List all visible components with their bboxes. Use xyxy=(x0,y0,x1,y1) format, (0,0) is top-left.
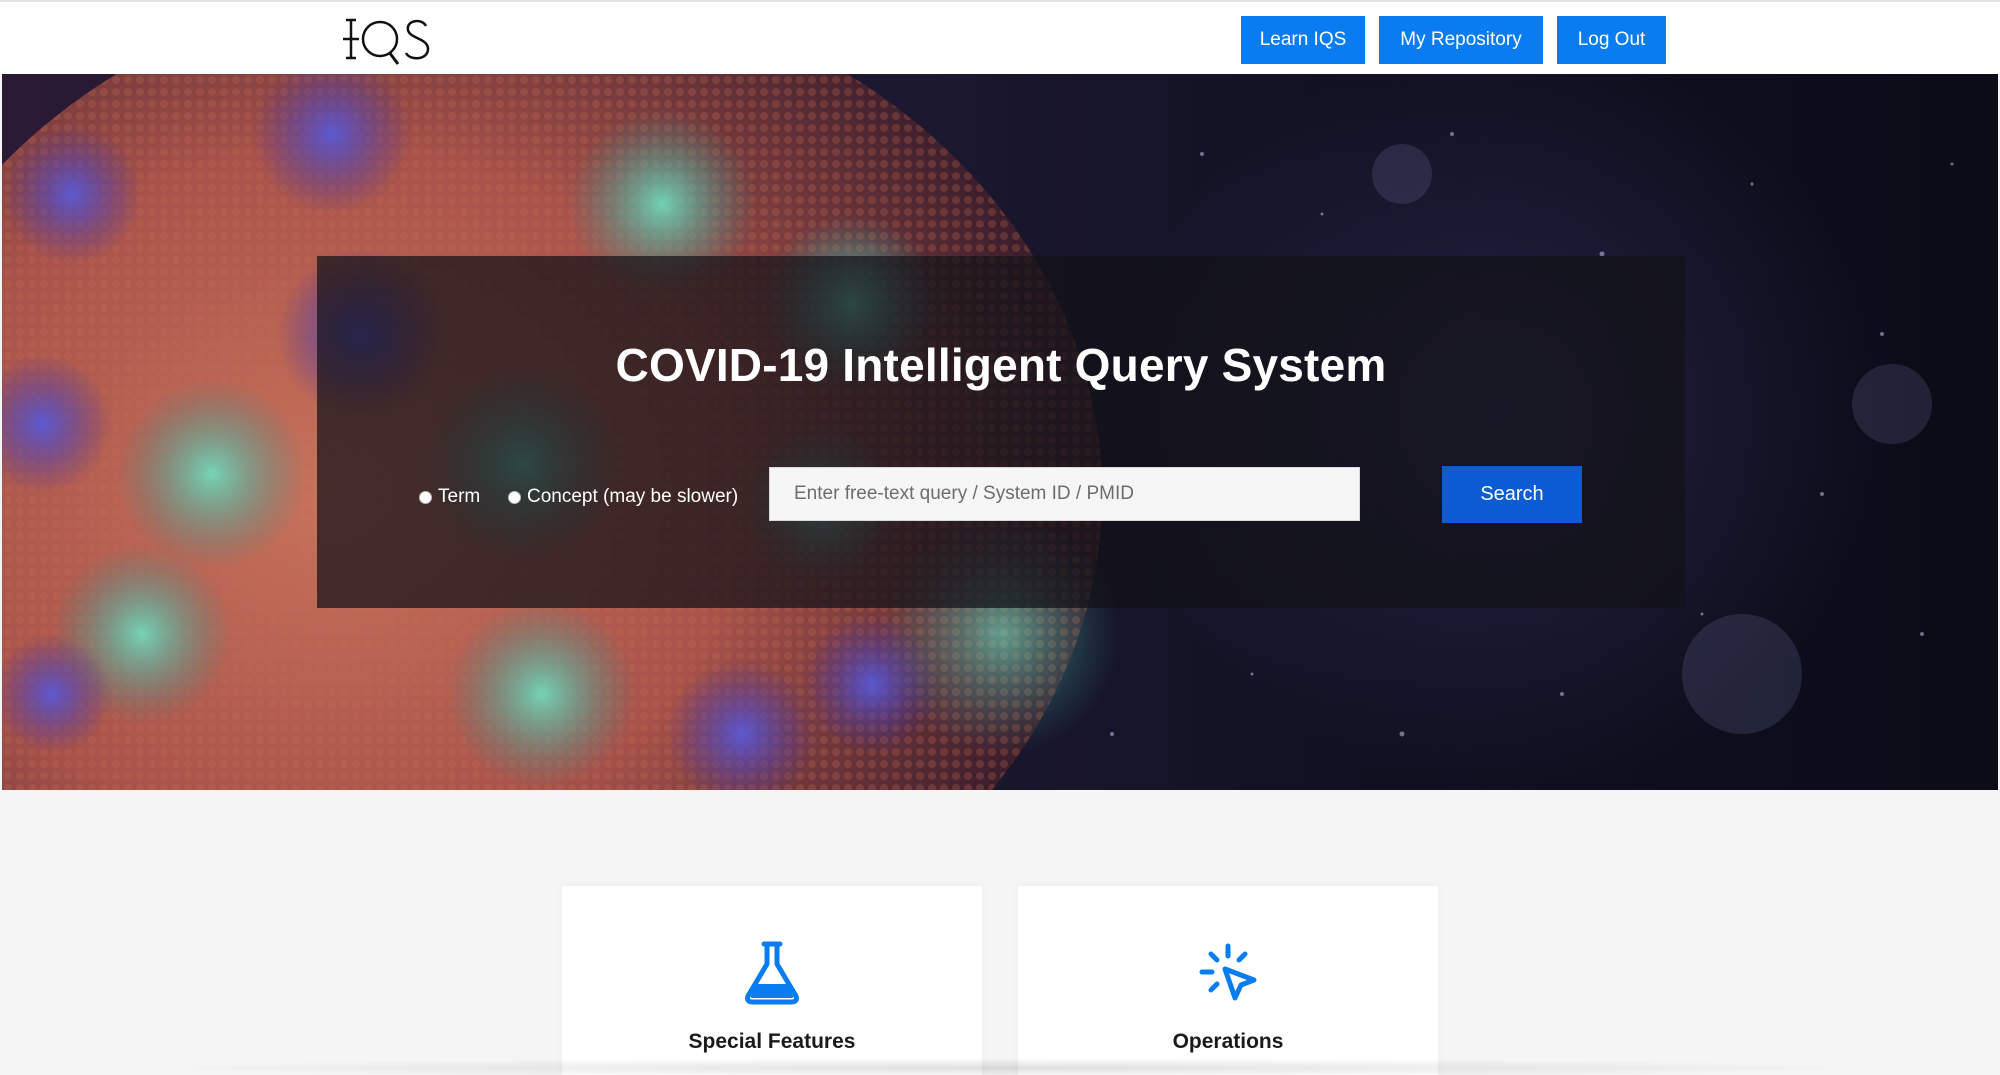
log-out-button[interactable]: Log Out xyxy=(1557,16,1666,64)
cursor-click-icon xyxy=(1199,943,1257,1001)
top-header: Learn IQS My Repository Log Out xyxy=(0,0,2000,74)
search-input[interactable] xyxy=(769,467,1360,521)
term-radio-button[interactable] xyxy=(419,490,432,504)
learn-iqs-button[interactable]: Learn IQS xyxy=(1241,16,1365,64)
concept-radio-label: Concept (may be slower) xyxy=(527,486,739,507)
concept-radio[interactable]: Concept (may be slower) xyxy=(508,486,738,508)
flask-icon xyxy=(745,941,799,1005)
my-repository-button[interactable]: My Repository xyxy=(1379,16,1543,64)
iqs-logo[interactable] xyxy=(340,12,440,68)
page-title: COVID-19 Intelligent Query System xyxy=(615,339,1387,391)
operations-title: Operations xyxy=(1172,1030,1284,1053)
bottom-shadow xyxy=(140,1058,1880,1075)
special-features-title: Special Features xyxy=(688,1030,856,1053)
hero-banner: COVID-19 Intelligent Query System Term C… xyxy=(2,74,1998,790)
term-radio-label: Term xyxy=(438,486,481,507)
concept-radio-button[interactable] xyxy=(508,490,521,504)
special-features-card[interactable]: Special Features xyxy=(562,886,982,1075)
term-radio[interactable]: Term xyxy=(419,486,480,508)
operations-card[interactable]: Operations xyxy=(1018,886,1438,1075)
search-panel: COVID-19 Intelligent Query System Term C… xyxy=(317,256,1685,608)
search-button[interactable]: Search xyxy=(1442,466,1582,523)
